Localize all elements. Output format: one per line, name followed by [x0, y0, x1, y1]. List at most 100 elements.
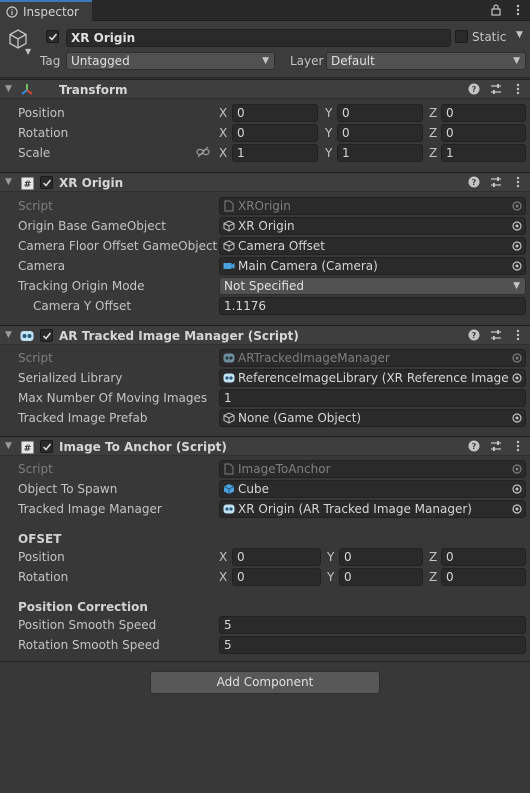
lock-icon[interactable] [490, 3, 502, 17]
position-z-input[interactable]: 0 [441, 104, 526, 122]
rotation-x-input[interactable]: 0 [232, 124, 318, 142]
help-icon[interactable]: ? [467, 82, 480, 96]
layer-dropdown[interactable]: Default ▼ [326, 52, 526, 70]
kebab-menu-icon[interactable] [511, 82, 524, 96]
tab-inspector[interactable]: Inspector [0, 0, 92, 21]
tracked-image-manager-value: XR Origin (AR Tracked Image Manager) [238, 502, 472, 516]
tracked-image-prefab-label: Tracked Image Prefab [18, 411, 148, 425]
serialized-library-field[interactable]: ReferenceImageLibrary (XR Reference Imag… [219, 369, 526, 387]
icon-dropdown-caret-icon[interactable]: ▼ [25, 47, 31, 56]
help-icon[interactable]: ? [467, 439, 480, 453]
prefab-cube-icon [223, 483, 235, 495]
position-y-input[interactable]: 0 [337, 104, 423, 122]
tracking-mode-value: Not Specified [224, 279, 304, 293]
object-picker-icon[interactable] [509, 238, 525, 254]
serialized-library-value: ReferenceImageLibrary (XR Reference Imag… [238, 371, 526, 385]
scale-x-input[interactable]: 1 [232, 144, 318, 162]
axis-y-label: Y [327, 570, 335, 584]
script-field: ARTrackedImageManager [219, 349, 526, 367]
tracked-image-manager-label: Tracked Image Manager [18, 502, 162, 516]
camera-field[interactable]: Main Camera (Camera) [219, 257, 526, 275]
xr-origin-header[interactable]: ▼ # XR Origin ? [0, 172, 530, 192]
object-picker-icon[interactable] [509, 410, 525, 426]
foldout-arrow-icon[interactable]: ▼ [5, 330, 12, 340]
serialized-library-label: Serialized Library [18, 371, 123, 385]
tag-dropdown[interactable]: Untagged ▼ [66, 52, 275, 70]
enabled-checkbox[interactable] [40, 176, 53, 189]
enabled-checkbox[interactable] [40, 329, 53, 342]
rotation-z-input[interactable]: 0 [441, 124, 526, 142]
axis-y-label: Y [327, 550, 335, 564]
floor-offset-field[interactable]: Camera Offset [219, 237, 526, 255]
tab-label: Inspector [23, 4, 79, 19]
active-checkbox[interactable] [46, 30, 59, 43]
add-component-button[interactable]: Add Component [150, 671, 380, 694]
offset-rotation-z-input[interactable]: 0 [441, 568, 526, 586]
help-icon[interactable]: ? [467, 175, 480, 189]
scale-y-input[interactable]: 1 [337, 144, 423, 162]
tracking-mode-dropdown[interactable]: Not Specified ▼ [219, 277, 526, 295]
foldout-arrow-icon[interactable]: ▼ [5, 177, 12, 187]
floor-offset-label: Camera Floor Offset GameObject [18, 239, 218, 253]
axis-y-label: Y [325, 126, 333, 140]
position-label: Position [18, 106, 65, 120]
static-checkbox[interactable] [455, 30, 468, 43]
ar-icon [223, 503, 235, 515]
static-dropdown-caret-icon[interactable]: ▼ [516, 30, 523, 40]
offset-rotation-y-input[interactable]: 0 [339, 568, 423, 586]
transform-header[interactable]: ▼ Transform ? [0, 79, 530, 99]
kebab-menu-icon[interactable] [511, 328, 524, 342]
rotation-smooth-speed-label: Rotation Smooth Speed [18, 638, 160, 652]
kebab-menu-icon[interactable] [512, 3, 524, 17]
constrain-proportions-icon[interactable] [196, 146, 210, 161]
presets-icon[interactable] [489, 328, 502, 342]
rotation-y-input[interactable]: 0 [337, 124, 423, 142]
offset-position-label: Position [18, 550, 65, 564]
offset-position-y-input[interactable]: 0 [339, 548, 423, 566]
ar-manager-header[interactable]: ▼ AR Tracked Image Manager (Script) ? [0, 325, 530, 345]
presets-icon[interactable] [489, 439, 502, 453]
axis-z-label: Z [429, 550, 438, 564]
layer-value: Default [331, 54, 375, 68]
tracked-image-prefab-field[interactable]: None (Game Object) [219, 409, 526, 427]
object-picker-icon[interactable] [509, 218, 525, 234]
axis-x-label: X [219, 126, 228, 140]
ar-icon [223, 372, 235, 384]
gameobject-cube-icon [223, 220, 235, 232]
gameobject-name-input[interactable]: XR Origin [66, 29, 451, 47]
camera-y-offset-label: Camera Y Offset [33, 299, 132, 313]
rotation-smooth-speed-input[interactable]: 5 [219, 636, 526, 654]
object-picker-icon[interactable] [509, 370, 525, 386]
object-picker-icon[interactable] [509, 258, 525, 274]
tab-bar: Inspector [0, 0, 530, 21]
tracked-image-manager-field[interactable]: XR Origin (AR Tracked Image Manager) [219, 500, 526, 518]
enabled-checkbox[interactable] [40, 440, 53, 453]
foldout-arrow-icon[interactable]: ▼ [5, 441, 12, 451]
script-file-icon [223, 463, 235, 475]
offset-rotation-x-input[interactable]: 0 [232, 568, 321, 586]
offset-position-z-input[interactable]: 0 [441, 548, 526, 566]
transform-title: Transform [59, 83, 128, 97]
axis-z-label: Z [429, 106, 438, 120]
offset-position-x-input[interactable]: 0 [232, 548, 321, 566]
help-icon[interactable]: ? [467, 328, 480, 342]
scale-z-input[interactable]: 1 [441, 144, 526, 162]
kebab-menu-icon[interactable] [511, 439, 524, 453]
kebab-menu-icon[interactable] [511, 175, 524, 189]
gameobject-header: ▼ XR Origin Static ▼ Tag Untagged ▼ Laye… [0, 21, 530, 78]
camera-value: Main Camera (Camera) [238, 259, 378, 273]
position-x-input[interactable]: 0 [232, 104, 318, 122]
presets-icon[interactable] [489, 175, 502, 189]
origin-base-field[interactable]: XR Origin [219, 217, 526, 235]
object-picker-icon[interactable] [509, 501, 525, 517]
max-moving-images-input[interactable]: 1 [219, 389, 526, 407]
tag-value: Untagged [71, 54, 130, 68]
camera-y-offset-input[interactable]: 1.1176 [219, 297, 526, 315]
position-smooth-speed-input[interactable]: 5 [219, 616, 526, 634]
camera-label: Camera [18, 259, 66, 273]
image-to-anchor-header[interactable]: ▼ # Image To Anchor (Script) ? [0, 436, 530, 456]
object-picker-icon[interactable] [509, 481, 525, 497]
foldout-arrow-icon[interactable]: ▼ [5, 84, 12, 94]
presets-icon[interactable] [489, 82, 502, 96]
object-to-spawn-field[interactable]: Cube [219, 480, 526, 498]
